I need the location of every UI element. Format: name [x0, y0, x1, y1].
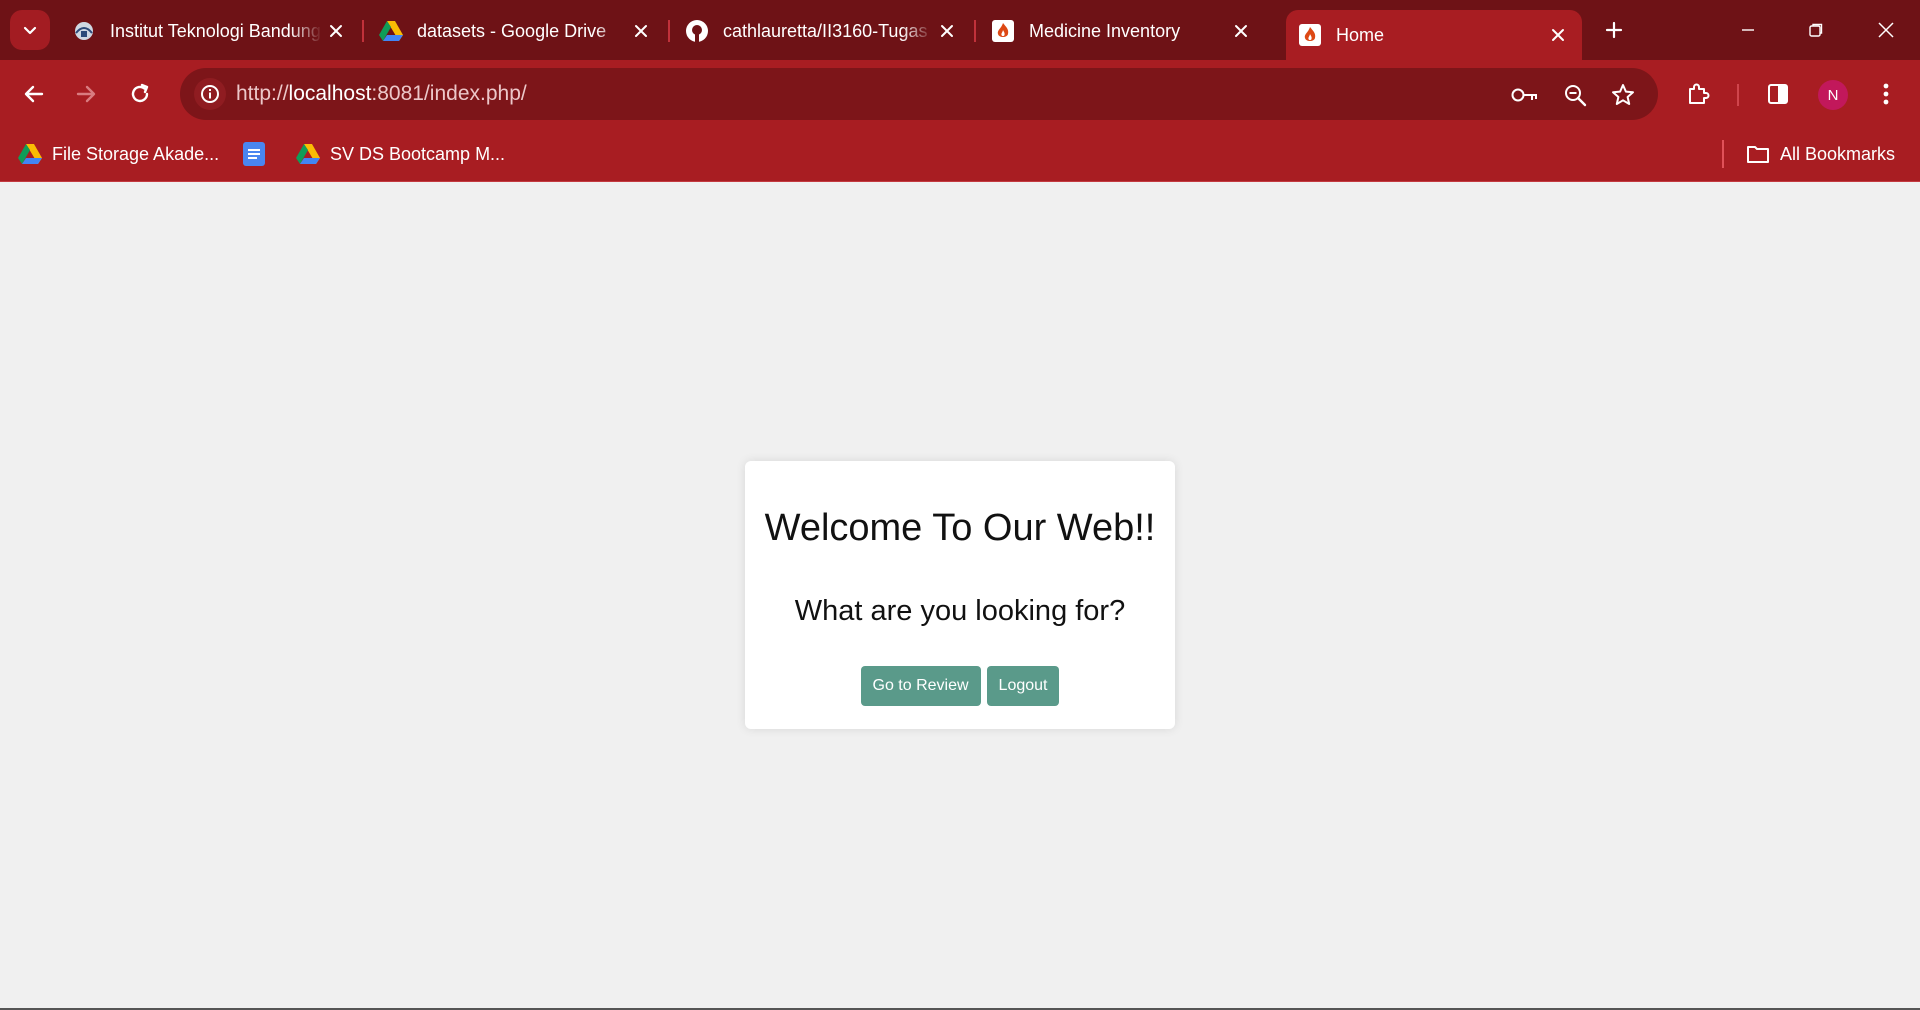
forward-button[interactable] — [66, 74, 106, 114]
welcome-card: Welcome To Our Web!! What are you lookin… — [745, 461, 1175, 729]
itb-logo-icon — [72, 19, 96, 43]
go-to-review-button[interactable]: Go to Review — [860, 666, 981, 706]
tab-github[interactable]: cathlauretta/II3160-Tugas — [673, 8, 971, 54]
url-scheme: http:// — [236, 82, 289, 105]
github-icon — [685, 19, 709, 43]
page-title: Welcome To Our Web!! — [764, 507, 1156, 549]
bookmarks-divider — [1722, 140, 1724, 168]
bookmarks-bar: File Storage Akade... SV DS Bootcamp M..… — [0, 128, 1920, 182]
all-bookmarks-button[interactable]: All Bookmarks — [1746, 140, 1895, 168]
site-info-icon[interactable] — [194, 78, 226, 110]
bookmark-star-icon[interactable] — [1608, 80, 1638, 110]
url-host: localhost — [288, 82, 372, 105]
chevron-down-icon — [23, 26, 37, 35]
codeigniter-icon — [1298, 23, 1322, 47]
url-path: :8081/index.php/ — [371, 82, 527, 105]
tab-separator — [974, 20, 976, 42]
codeigniter-icon — [991, 19, 1015, 43]
tab-title: Home — [1336, 24, 1385, 45]
bookmark-file-storage[interactable]: File Storage Akade... — [18, 140, 219, 168]
google-drive-icon — [379, 19, 403, 43]
toolbar-divider — [1737, 84, 1739, 106]
bookmark-sv-ds-bootcamp[interactable]: SV DS Bootcamp M... — [296, 140, 505, 168]
back-button[interactable] — [14, 74, 54, 114]
restore-button[interactable] — [1782, 0, 1850, 60]
new-tab-button[interactable] — [1596, 12, 1632, 48]
logout-button[interactable]: Logout — [986, 666, 1060, 706]
folder-icon — [1746, 142, 1770, 166]
plus-icon — [1605, 21, 1623, 39]
puzzle-icon — [1689, 83, 1710, 104]
tab-strip: Institut Teknologi Bandung datasets - Go… — [0, 0, 1920, 60]
tab-itb[interactable]: Institut Teknologi Bandung — [60, 8, 360, 54]
google-docs-icon — [242, 142, 266, 166]
tab-home[interactable]: Home — [1286, 10, 1582, 60]
zoom-out-icon[interactable] — [1560, 80, 1590, 110]
bookmark-label: SV DS Bootcamp M... — [330, 143, 506, 164]
tab-medicine-inventory[interactable]: Medicine Inventory — [979, 8, 1265, 54]
side-panel-icon — [1768, 84, 1788, 104]
tab-title: Medicine Inventory — [1029, 20, 1181, 41]
restore-icon — [1809, 23, 1823, 37]
reload-icon — [131, 83, 149, 103]
tab-search-button[interactable] — [10, 10, 50, 50]
side-panel-button[interactable] — [1758, 74, 1798, 114]
page-subtitle: What are you looking for? — [794, 595, 1126, 627]
profile-avatar[interactable]: N — [1818, 80, 1848, 110]
close-icon — [1878, 22, 1894, 38]
url-text[interactable]: http://localhost:8081/index.php/ — [236, 82, 527, 106]
tab-title: cathlauretta/II3160-Tugas — [723, 20, 928, 41]
bookmark-label: File Storage Akade... — [52, 143, 220, 164]
password-key-icon[interactable] — [1510, 80, 1540, 110]
tab-separator — [668, 20, 670, 42]
close-icon[interactable] — [933, 17, 961, 45]
extensions-button[interactable] — [1678, 74, 1718, 114]
close-icon[interactable] — [1227, 17, 1255, 45]
browser-toolbar: http://localhost:8081/index.php/ N — [0, 60, 1920, 128]
google-drive-icon — [18, 142, 42, 166]
address-bar[interactable]: http://localhost:8081/index.php/ — [180, 68, 1658, 120]
tab-title: Institut Teknologi Bandung — [110, 20, 321, 41]
close-icon[interactable] — [1544, 21, 1572, 49]
reload-button[interactable] — [120, 74, 160, 114]
tab-title: datasets - Google Drive — [417, 20, 607, 41]
tab-google-drive[interactable]: datasets - Google Drive — [367, 8, 665, 54]
close-icon[interactable] — [322, 17, 350, 45]
kebab-menu-icon — [1883, 83, 1889, 105]
menu-button[interactable] — [1866, 74, 1906, 114]
button-row: Go to Review Logout — [745, 666, 1175, 706]
minimize-button[interactable] — [1714, 0, 1782, 60]
minimize-icon — [1742, 29, 1754, 31]
arrow-right-icon — [76, 85, 96, 103]
google-drive-icon — [296, 142, 320, 166]
arrow-left-icon — [24, 85, 44, 103]
close-icon[interactable] — [627, 17, 655, 45]
tab-separator — [362, 20, 364, 42]
bookmark-google-docs[interactable] — [242, 140, 276, 168]
all-bookmarks-label: All Bookmarks — [1780, 143, 1896, 164]
page-content: Welcome To Our Web!! What are you lookin… — [0, 182, 1920, 1008]
close-window-button[interactable] — [1852, 0, 1920, 60]
